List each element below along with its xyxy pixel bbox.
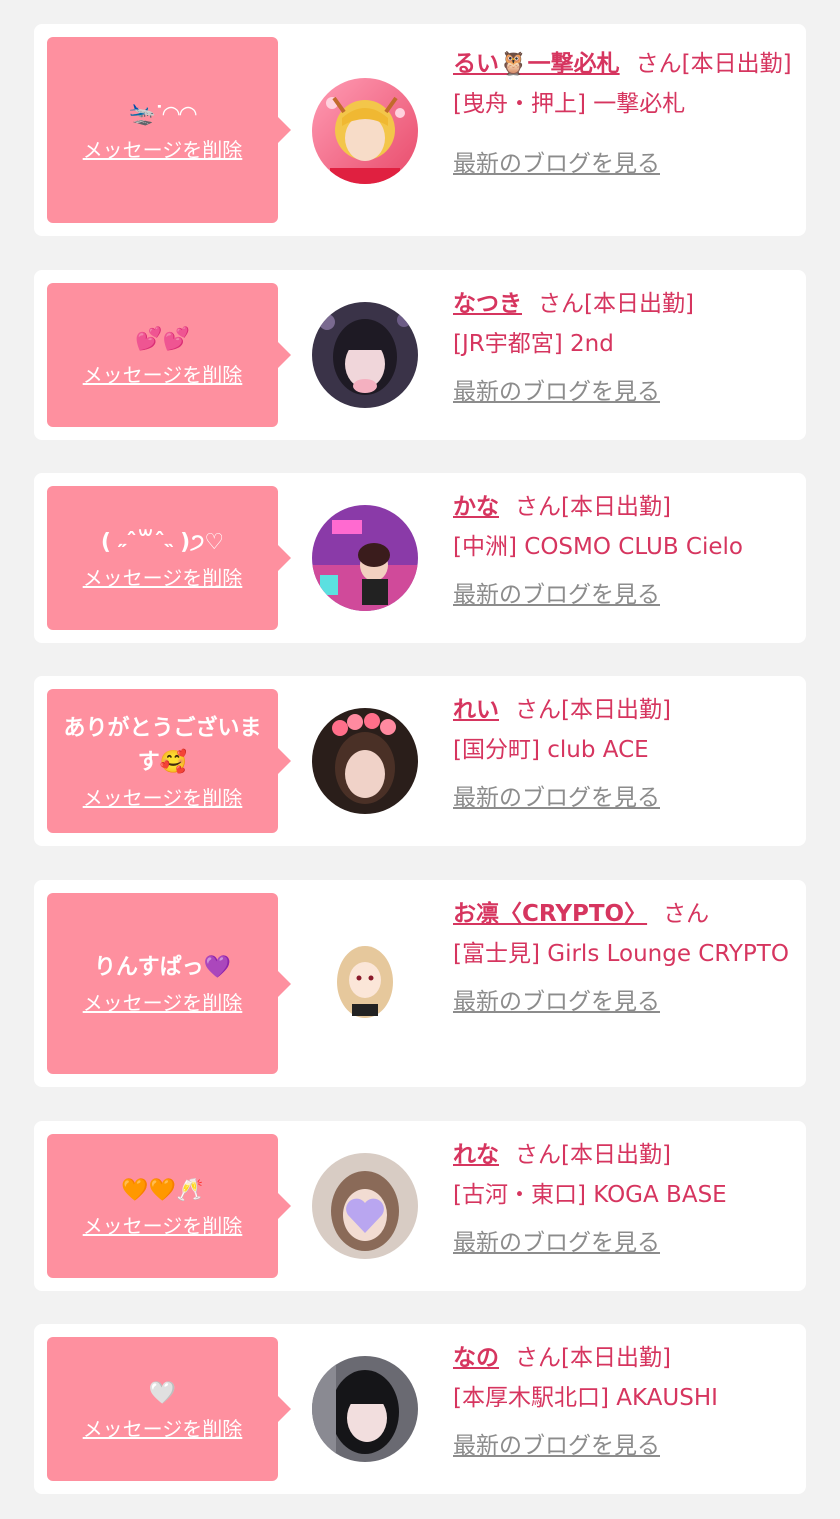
cast-name-link[interactable]: れな (453, 1142, 499, 1168)
message-text: 🤍 (148, 1380, 177, 1406)
shop-info: [本厚木駅北口] AKAUSHI (453, 1385, 718, 1411)
message-card: ( ˶ˆ꒳ˆ˵ )੭♡ メッセージを削除 かな さん[本日出勤] [中洲] COS… (34, 473, 806, 643)
avatar[interactable] (312, 930, 418, 1036)
message-bubble: りんすぱっ💜 メッセージを削除 (47, 893, 291, 1074)
cast-info: なの さん[本日出勤] [本厚木駅北口] AKAUSHI 最新のブログを見る (453, 1338, 795, 1466)
cast-info: れい さん[本日出勤] [国分町] club ACE 最新のブログを見る (453, 690, 795, 818)
shop-info: [富士見] Girls Lounge CRYPTO (453, 941, 789, 967)
latest-blog-link[interactable]: 最新のブログを見る (453, 1426, 660, 1466)
message-text: りんすぱっ💜 (94, 955, 231, 980)
message-card: 🧡🧡🥂 メッセージを削除 れな さん[本日出勤] [古河・東口] KOGA BAS… (34, 1121, 806, 1291)
message-bubble: 🛬ᐝ◠◠ メッセージを削除 (47, 37, 291, 223)
cast-name-link[interactable]: かな (453, 494, 499, 520)
delete-message-link[interactable]: メッセージを削除 (83, 782, 243, 811)
shop-info: [JR宇都宮] 2nd (453, 331, 614, 357)
message-bubble: 💕💕 メッセージを削除 (47, 283, 291, 427)
work-status: [本日出勤] (561, 1142, 671, 1168)
message-bubble: 🧡🧡🥂 メッセージを削除 (47, 1134, 291, 1278)
honorific: さん (538, 291, 584, 317)
message-bubble: ありがとうございます🥰 メッセージを削除 (47, 689, 291, 833)
cast-name-link[interactable]: れい (453, 697, 499, 723)
cast-info: かな さん[本日出勤] [中洲] COSMO CLUB Cielo 最新のブログを… (453, 487, 795, 615)
message-text: ( ˶ˆ꒳ˆ˵ )੭♡ (100, 529, 225, 555)
shop-info: [中洲] COSMO CLUB Cielo (453, 534, 743, 560)
cast-info: お凛〈CRYPTO〉 さん [富士見] Girls Lounge CRYPTO 最… (453, 894, 795, 1022)
honorific: さん (515, 1142, 561, 1168)
message-text: 🧡🧡🥂 (121, 1177, 204, 1203)
message-text: 💕💕 (135, 326, 190, 352)
message-bubble: ( ˶ˆ꒳ˆ˵ )੭♡ メッセージを削除 (47, 486, 291, 630)
latest-blog-link[interactable]: 最新のブログを見る (453, 1223, 660, 1263)
cast-name-link[interactable]: お凛〈CRYPTO〉 (453, 901, 647, 927)
avatar[interactable] (312, 302, 418, 408)
avatar[interactable] (312, 1356, 418, 1462)
honorific: さん (515, 1345, 561, 1371)
delete-message-link[interactable]: メッセージを削除 (83, 1210, 243, 1239)
work-status: [本日出勤] (561, 697, 671, 723)
cast-name-link[interactable]: るい🦉一撃必札 (453, 51, 620, 77)
honorific: さん (635, 51, 682, 77)
cast-info: るい🦉一撃必札 さん[本日出勤] [曳舟・押上] 一撃必札 最新のブログを見る (453, 44, 795, 184)
work-status: [本日出勤] (584, 291, 694, 317)
latest-blog-link[interactable]: 最新のブログを見る (453, 982, 660, 1022)
shop-info: [曳舟・押上] 一撃必札 (453, 91, 686, 117)
message-card: ありがとうございます🥰 メッセージを削除 れい さん[本日出勤] [国分町] cl… (34, 676, 806, 846)
avatar[interactable] (312, 708, 418, 814)
delete-message-link[interactable]: メッセージを削除 (83, 562, 243, 591)
honorific: さん (515, 697, 561, 723)
cast-info: なつき さん[本日出勤] [JR宇都宮] 2nd 最新のブログを見る (453, 284, 795, 412)
delete-message-link[interactable]: メッセージを削除 (83, 987, 243, 1016)
work-status: [本日出勤] (681, 51, 792, 77)
avatar[interactable] (312, 78, 418, 184)
latest-blog-link[interactable]: 最新のブログを見る (453, 575, 660, 615)
latest-blog-link[interactable]: 最新のブログを見る (453, 372, 660, 412)
message-text: ありがとうございます🥰 (63, 715, 262, 775)
message-bubble: 🤍 メッセージを削除 (47, 1337, 291, 1481)
work-status: [本日出勤] (561, 494, 671, 520)
cast-info: れな さん[本日出勤] [古河・東口] KOGA BASE 最新のブログを見る (453, 1135, 795, 1263)
message-card: 🛬ᐝ◠◠ メッセージを削除 るい🦉一撃必札 さん[本日出勤] [曳舟・押上] 一撃… (34, 24, 806, 236)
work-status: [本日出勤] (561, 1345, 671, 1371)
honorific: さん (515, 494, 561, 520)
shop-info: [国分町] club ACE (453, 737, 649, 763)
message-card: 🤍 メッセージを削除 なの さん[本日出勤] [本厚木駅北口] AKAUSHI 最… (34, 1324, 806, 1494)
message-text: 🛬ᐝ◠◠ (128, 101, 197, 127)
honorific: さん (663, 901, 710, 927)
avatar[interactable] (312, 505, 418, 611)
cast-name-link[interactable]: なの (453, 1345, 499, 1371)
delete-message-link[interactable]: メッセージを削除 (83, 359, 243, 388)
message-card: 💕💕 メッセージを削除 なつき さん[本日出勤] [JR宇都宮] 2nd 最新のブ… (34, 270, 806, 440)
latest-blog-link[interactable]: 最新のブログを見る (453, 778, 660, 818)
message-card: りんすぱっ💜 メッセージを削除 お凛〈CRYPTO〉 さん [富士見] Girls… (34, 880, 806, 1087)
cast-name-link[interactable]: なつき (453, 291, 522, 317)
latest-blog-link[interactable]: 最新のブログを見る (453, 144, 660, 184)
delete-message-link[interactable]: メッセージを削除 (83, 134, 243, 163)
shop-info: [古河・東口] KOGA BASE (453, 1182, 727, 1208)
delete-message-link[interactable]: メッセージを削除 (83, 1413, 243, 1442)
avatar[interactable] (312, 1153, 418, 1259)
